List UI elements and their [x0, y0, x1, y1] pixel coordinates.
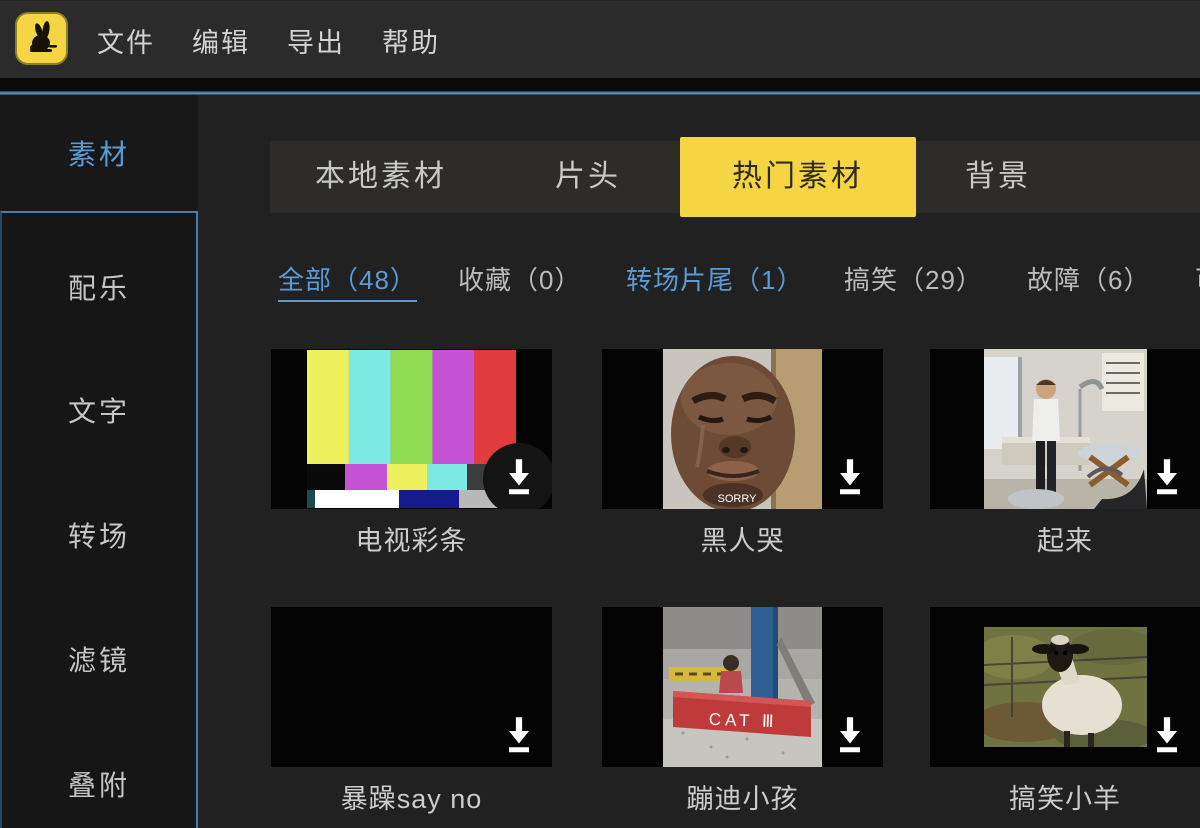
sidebar-item-music[interactable]: 配乐	[2, 267, 196, 307]
man-in-room-image	[984, 349, 1147, 509]
sidebar: 素材 配乐 文字 转场 滤镜 叠附	[0, 95, 198, 828]
material-title: 黑人哭	[602, 519, 883, 558]
menubar: 文件 编辑 导出 帮助	[0, 0, 1200, 78]
thumbnail-crying-man[interactable]: SORRY	[602, 349, 883, 509]
material-card: 暴躁say no	[271, 607, 552, 816]
menu-edit[interactable]: 编辑	[192, 21, 250, 60]
sidebar-item-material[interactable]: 素材	[0, 95, 198, 211]
sidebar-item-filter[interactable]: 滤镜	[2, 639, 196, 679]
download-icon[interactable]	[504, 459, 534, 497]
material-title: 搞笑小羊	[930, 777, 1200, 816]
cat3-overlay-text: CAT Ⅲ	[708, 710, 777, 731]
app-window: 文件 编辑 导出 帮助 素材 配乐 文字 转场 滤镜 叠附 本地素材 片头	[0, 0, 1200, 828]
sidebar-item-text[interactable]: 文字	[2, 390, 196, 430]
menu-export[interactable]: 导出	[287, 21, 345, 60]
material-title: 电视彩条	[271, 519, 552, 558]
download-icon[interactable]	[835, 459, 865, 497]
thumbnail-dancing-kid[interactable]: CAT Ⅲ	[602, 607, 883, 767]
download-icon[interactable]	[1152, 717, 1182, 755]
sidebar-item-transition[interactable]: 转场	[2, 515, 196, 555]
thumbnail-funny-lamb[interactable]	[930, 607, 1200, 767]
material-card: 电视彩条	[271, 349, 552, 558]
sidebar-panel: 配乐 文字 转场 滤镜 叠附	[0, 211, 198, 828]
menubar-divider	[0, 78, 1200, 91]
material-tabbar: 本地素材 片头 热门素材 背景	[270, 141, 1200, 213]
filter-glitch[interactable]: 故障（6）	[1027, 264, 1150, 302]
rabbit-logo-icon	[22, 19, 62, 59]
material-title: 蹦迪小孩	[602, 777, 883, 816]
download-icon[interactable]	[835, 717, 865, 755]
menu-items: 文件 编辑 导出 帮助	[97, 1, 440, 79]
sorry-overlay-text: SORRY	[718, 493, 758, 505]
material-card: 起来	[930, 349, 1200, 558]
thumbnail-man-in-room[interactable]	[930, 349, 1200, 509]
filter-partial-clipped[interactable]: 可	[1195, 264, 1200, 302]
tab-hot-material-selected[interactable]: 热门素材	[680, 137, 916, 217]
material-card: 搞笑小羊	[930, 607, 1200, 816]
thumbnail-black-screen[interactable]	[271, 607, 552, 767]
tab-intro[interactable]: 片头	[555, 141, 621, 213]
main-area: 素材 配乐 文字 转场 滤镜 叠附 本地素材 片头 热门素材 背景 全部（48）…	[0, 95, 1200, 828]
download-icon[interactable]	[504, 717, 534, 755]
filter-transition-end[interactable]: 转场片尾（1）	[626, 264, 803, 302]
material-title: 暴躁say no	[271, 777, 552, 816]
tab-background[interactable]: 背景	[965, 141, 1031, 213]
menu-help[interactable]: 帮助	[382, 21, 440, 60]
lamb-in-field-image	[984, 627, 1147, 747]
content-panel: 本地素材 片头 热门素材 背景 全部（48） 收藏（0） 转场片尾（1） 搞笑（…	[198, 95, 1200, 828]
app-logo[interactable]	[15, 12, 68, 65]
material-card: CAT Ⅲ 蹦迪小孩	[602, 607, 883, 816]
crying-man-image: SORRY	[663, 349, 822, 509]
dancing-kid-image: CAT Ⅲ	[663, 607, 822, 767]
download-icon[interactable]	[1152, 459, 1182, 497]
tab-local-material[interactable]: 本地素材	[315, 141, 447, 213]
sidebar-item-label: 素材	[68, 133, 130, 173]
sidebar-item-overlay[interactable]: 叠附	[2, 764, 196, 804]
material-title: 起来	[930, 519, 1200, 558]
filter-funny[interactable]: 搞笑（29）	[844, 264, 983, 302]
filter-all-selected[interactable]: 全部（48）	[278, 264, 417, 302]
menu-file[interactable]: 文件	[97, 21, 155, 60]
category-filter-row: 全部（48） 收藏（0） 转场片尾（1） 搞笑（29） 故障（6） 可	[198, 264, 1200, 308]
filter-favorites[interactable]: 收藏（0）	[458, 264, 581, 302]
material-card: SORRY 黑人哭	[602, 349, 883, 558]
thumbnail-tv-color-bars[interactable]	[271, 349, 552, 509]
